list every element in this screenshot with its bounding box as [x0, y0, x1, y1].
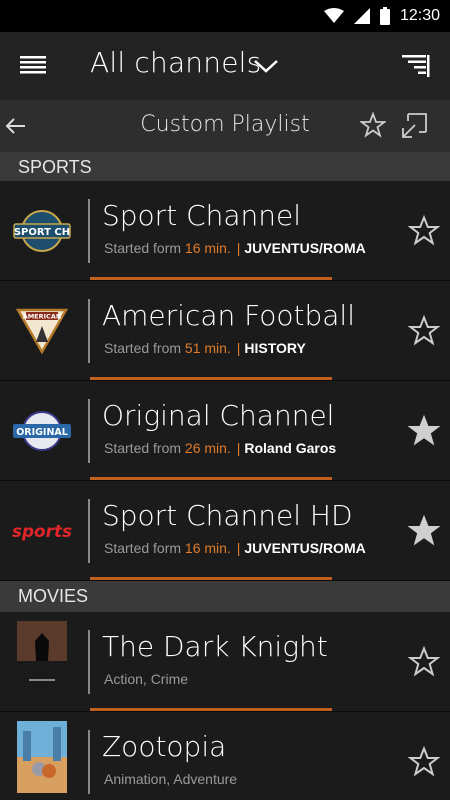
progress-bar	[90, 277, 332, 280]
channel-subtitle: Started form 16 min. | JUVENTUS/ROMA	[104, 540, 366, 556]
minutes: 16 min.	[184, 240, 231, 256]
separator: |	[236, 540, 241, 556]
started-label: Started from	[104, 340, 182, 356]
channel-subtitle: Started from 26 min. | Roland Garos	[104, 440, 336, 456]
channel-subtitle: Started from 51 min. | HISTORY	[104, 340, 306, 356]
minutes: 26 min.	[184, 440, 231, 456]
divider	[88, 499, 90, 563]
separator: |	[236, 340, 241, 356]
dark-knight-poster	[10, 621, 74, 693]
svg-text:ORIGINAL: ORIGINAL	[16, 427, 68, 438]
star-outline-icon[interactable]	[408, 215, 440, 247]
section-label: MOVIES	[18, 586, 89, 606]
signal-icon	[353, 8, 370, 24]
divider	[88, 730, 90, 794]
started-label: Started from	[104, 440, 182, 456]
minutes: 16 min.	[184, 540, 231, 556]
channel-subtitle: Started form 16 min. | JUVENTUS/ROMA	[104, 240, 366, 256]
channel-name: Original Channel	[102, 399, 335, 432]
channel-name: Sport Channel HD	[102, 499, 353, 532]
status-bar: 12:30	[0, 0, 450, 32]
sport-ch-logo: SPORT CH	[10, 203, 74, 259]
movie-genre: Animation, Adventure	[104, 771, 238, 787]
sort-list-icon[interactable]	[400, 52, 430, 80]
divider	[88, 199, 90, 263]
star-outline-icon[interactable]	[360, 112, 386, 138]
battery-icon	[379, 7, 390, 25]
channel-row[interactable]: ORIGINAL Original Channel Started from 2…	[0, 381, 450, 481]
separator: |	[236, 440, 241, 456]
started-label: Started form	[104, 240, 182, 256]
star-filled-icon[interactable]	[408, 515, 440, 547]
star-outline-icon[interactable]	[408, 315, 440, 347]
program-name: Roland Garos	[244, 440, 337, 456]
channel-name: American Football	[102, 299, 355, 332]
channel-name: Sport Channel	[102, 199, 302, 232]
progress-bar	[90, 577, 332, 580]
minimize-window-icon[interactable]	[400, 112, 428, 140]
clock: 12:30	[399, 7, 440, 24]
star-outline-icon[interactable]	[408, 746, 440, 778]
channel-row[interactable]: SPORT CH Sport Channel Started form 16 m…	[0, 181, 450, 281]
original-channel-logo: ORIGINAL	[10, 403, 74, 459]
minutes: 51 min.	[184, 340, 231, 356]
movie-title: The Dark Knight	[102, 630, 328, 663]
divider	[88, 630, 90, 694]
american-football-logo: AMERICAN	[10, 303, 74, 359]
section-header-sports: SPORTS	[0, 152, 450, 184]
movie-title: Zootopia	[102, 730, 227, 763]
channel-filter-title[interactable]: All channels	[90, 46, 261, 79]
program-name: JUVENTUS/ROMA	[244, 540, 366, 556]
section-label: SPORTS	[18, 157, 92, 177]
started-label: Started form	[104, 540, 182, 556]
progress-bar	[90, 377, 332, 380]
separator: |	[236, 240, 241, 256]
channel-row[interactable]: sports Sport Channel HD Started form 16 …	[0, 481, 450, 581]
svg-text:sports: sports	[12, 521, 72, 541]
divider	[88, 399, 90, 463]
svg-text:SPORT CH: SPORT CH	[14, 227, 70, 238]
sports-logo: sports	[10, 503, 74, 559]
star-filled-icon[interactable]	[408, 415, 440, 447]
progress-bar	[90, 477, 332, 480]
app-toolbar: All channels	[0, 32, 450, 100]
zootopia-poster	[10, 721, 74, 793]
chevron-down-icon[interactable]	[252, 56, 280, 76]
progress-bar	[90, 708, 332, 711]
section-header-movies: MOVIES	[0, 581, 450, 613]
star-outline-icon[interactable]	[408, 646, 440, 678]
playlist-header: Custom Playlist	[0, 100, 450, 152]
program-name: HISTORY	[244, 340, 306, 356]
divider	[88, 299, 90, 363]
movie-row[interactable]: The Dark Knight Action, Crime	[0, 612, 450, 712]
movie-row[interactable]: Zootopia Animation, Adventure	[0, 712, 450, 800]
wifi-icon	[323, 8, 344, 23]
channel-row[interactable]: AMERICAN American Football Started from …	[0, 281, 450, 381]
movie-genre: Action, Crime	[104, 671, 189, 687]
hamburger-icon[interactable]	[18, 52, 50, 80]
program-name: JUVENTUS/ROMA	[244, 240, 366, 256]
svg-text:AMERICAN: AMERICAN	[23, 313, 62, 321]
